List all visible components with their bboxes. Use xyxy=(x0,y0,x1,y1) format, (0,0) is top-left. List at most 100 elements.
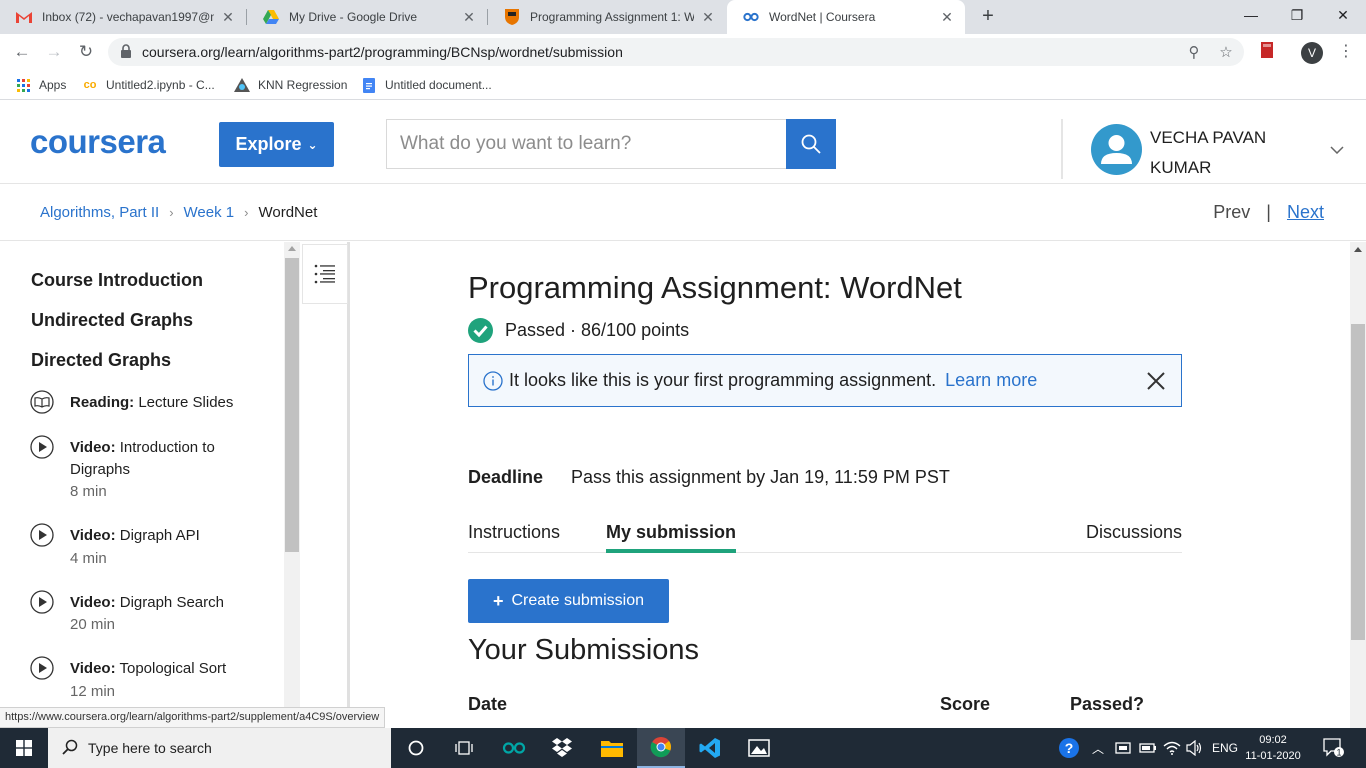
windows-logo-icon xyxy=(16,740,32,756)
breadcrumb-bar: Algorithms, Part II › Week 1 › WordNet P… xyxy=(0,185,1366,241)
bookmark-colab[interactable]: co Untitled2.ipynb - C... xyxy=(82,76,215,94)
chevron-up-icon[interactable]: ︿ xyxy=(1092,728,1104,768)
windows-taskbar: Type here to search ? ︿ ENG 09:02 11-01-… xyxy=(0,728,1366,768)
windows-start-button[interactable] xyxy=(0,728,48,768)
close-tab-icon[interactable]: ✕ xyxy=(220,9,236,26)
back-icon[interactable]: ← xyxy=(10,40,34,64)
tab-wordnet-coursera[interactable]: WordNet | Coursera ✕ xyxy=(727,0,965,34)
bookmark-knn[interactable]: KNN Regression xyxy=(234,76,347,94)
coursera-logo[interactable]: coursera xyxy=(30,123,166,161)
sidebar-item-lecture-slides[interactable]: Reading: Lecture Slides xyxy=(30,390,280,416)
tab-discussions[interactable]: Discussions xyxy=(1086,522,1182,553)
sidebar-item-duration: 20 min xyxy=(70,616,116,633)
forward-icon[interactable]: → xyxy=(42,40,66,64)
profile-avatar[interactable]: V xyxy=(1301,42,1323,64)
next-link[interactable]: Next xyxy=(1287,202,1324,223)
tab-gmail[interactable]: Inbox (72) - vechapavan1997@m ✕ xyxy=(0,0,246,34)
scroll-up-arrow-icon[interactable] xyxy=(1354,247,1362,252)
breadcrumb-course[interactable]: Algorithms, Part II xyxy=(40,204,159,221)
scroll-up-arrow-icon[interactable] xyxy=(288,246,296,251)
gmail-icon xyxy=(16,9,32,25)
arduino-icon[interactable] xyxy=(490,728,538,768)
more-menu-icon[interactable]: ⋮ xyxy=(1338,42,1354,62)
toggle-outline-button[interactable] xyxy=(302,244,348,304)
photos-icon[interactable] xyxy=(735,728,783,768)
dropbox-icon[interactable] xyxy=(538,728,586,768)
breadcrumb-week[interactable]: Week 1 xyxy=(184,204,235,221)
scrollbar-thumb[interactable] xyxy=(285,258,299,552)
file-explorer-icon[interactable] xyxy=(588,728,636,768)
breadcrumb: Algorithms, Part II › Week 1 › WordNet xyxy=(40,204,317,221)
tab-title: Inbox (72) - vechapavan1997@m xyxy=(42,10,214,24)
book-icon xyxy=(30,390,54,414)
tab-programming-assignment[interactable]: Programming Assignment 1: Wo ✕ xyxy=(488,0,726,34)
chrome-taskbar-icon[interactable] xyxy=(637,728,685,768)
explore-button[interactable]: Explore ⌄ xyxy=(219,122,334,167)
clock-time: 09:02 xyxy=(1259,734,1287,746)
create-submission-button[interactable]: + Create submission xyxy=(468,579,669,623)
sidebar-item-topological-sort[interactable]: Video: Topological Sort 12 min xyxy=(30,656,280,706)
search-input[interactable]: What do you want to learn? xyxy=(386,119,786,169)
scrollbar-thumb[interactable] xyxy=(1351,324,1365,640)
tab-my-submission[interactable]: My submission xyxy=(606,522,737,553)
language-indicator[interactable]: ENG xyxy=(1212,728,1238,768)
google-docs-icon xyxy=(361,77,377,93)
tab-google-drive[interactable]: My Drive - Google Drive ✕ xyxy=(247,0,487,34)
sidebar-section-undirected-graphs[interactable]: Undirected Graphs xyxy=(31,310,193,331)
zoom-icon[interactable]: ⚲ xyxy=(1185,44,1203,62)
minimize-button[interactable]: — xyxy=(1228,0,1274,30)
address-bar[interactable]: coursera.org/learn/algorithms-part2/prog… xyxy=(108,38,1244,66)
bookmark-apps[interactable]: Apps xyxy=(15,76,66,94)
page-scrollbar[interactable] xyxy=(1350,242,1366,728)
info-banner: It looks like this is your first program… xyxy=(468,354,1182,407)
cortana-icon[interactable] xyxy=(392,728,440,768)
deadline-label: Deadline xyxy=(468,467,544,487)
search-button[interactable] xyxy=(786,119,836,169)
breadcrumb-current: WordNet xyxy=(258,204,318,221)
user-name[interactable]: VECHA PAVAN KUMAR xyxy=(1150,123,1310,183)
restore-button[interactable]: ❐ xyxy=(1274,0,1320,30)
vscode-icon[interactable] xyxy=(686,728,734,768)
new-tab-button[interactable]: + xyxy=(978,6,998,26)
status-text: Passed · 86/100 points xyxy=(505,320,690,340)
sidebar-scrollbar[interactable] xyxy=(284,242,300,728)
user-name-last: KUMAR xyxy=(1150,158,1212,177)
sidebar-item-introduction-to-digraphs[interactable]: Video: Introduction to Digraphs 8 min xyxy=(30,435,280,505)
taskbar-search-input[interactable]: Type here to search xyxy=(48,728,391,768)
sidebar-item-digraph-search[interactable]: Video: Digraph Search 20 min xyxy=(30,590,280,640)
bookmark-star-icon[interactable]: ☆ xyxy=(1217,44,1235,62)
learn-more-link[interactable]: Learn more xyxy=(945,370,1037,391)
colab-icon: co xyxy=(83,79,97,91)
tab-instructions[interactable]: Instructions xyxy=(468,522,560,553)
reload-icon[interactable]: ↻ xyxy=(74,40,98,64)
lock-icon xyxy=(120,44,134,60)
task-view-icon[interactable] xyxy=(440,728,488,768)
network-adapter-icon[interactable] xyxy=(1114,728,1132,768)
sidebar-item-digraph-api[interactable]: Video: Digraph API 4 min xyxy=(30,523,280,573)
user-avatar[interactable] xyxy=(1091,124,1142,175)
bookmark-label: Untitled2.ipynb - C... xyxy=(106,78,215,92)
sidebar-section-course-introduction[interactable]: Course Introduction xyxy=(31,270,203,291)
bookmark-untitled-document[interactable]: Untitled document... xyxy=(361,76,492,94)
wifi-icon[interactable] xyxy=(1163,728,1181,768)
help-icon[interactable]: ? xyxy=(1058,728,1080,768)
close-tab-icon[interactable]: ✕ xyxy=(700,9,716,26)
close-window-button[interactable]: ✕ xyxy=(1320,0,1366,30)
create-submission-label: Create submission xyxy=(511,592,645,609)
close-tab-icon[interactable]: ✕ xyxy=(939,9,955,26)
sidebar-item-label: Video: Digraph Search xyxy=(70,594,224,611)
notification-count: 1 xyxy=(1336,748,1341,758)
sidebar-item-label: Reading: Lecture Slides xyxy=(70,394,234,411)
sidebar-section-directed-graphs[interactable]: Directed Graphs xyxy=(31,350,171,371)
prev-link[interactable]: Prev xyxy=(1213,202,1250,223)
extension-icon[interactable] xyxy=(1258,42,1276,60)
taskbar-clock[interactable]: 09:02 11-01-2020 xyxy=(1243,732,1303,764)
close-tab-icon[interactable]: ✕ xyxy=(461,9,477,26)
battery-icon[interactable] xyxy=(1139,728,1157,768)
play-icon xyxy=(30,523,54,547)
action-center-icon[interactable]: 1 xyxy=(1323,728,1345,768)
play-icon xyxy=(30,435,54,459)
close-icon[interactable] xyxy=(1145,370,1167,392)
user-menu-chevron-icon[interactable] xyxy=(1330,141,1344,157)
volume-icon[interactable] xyxy=(1186,728,1204,768)
